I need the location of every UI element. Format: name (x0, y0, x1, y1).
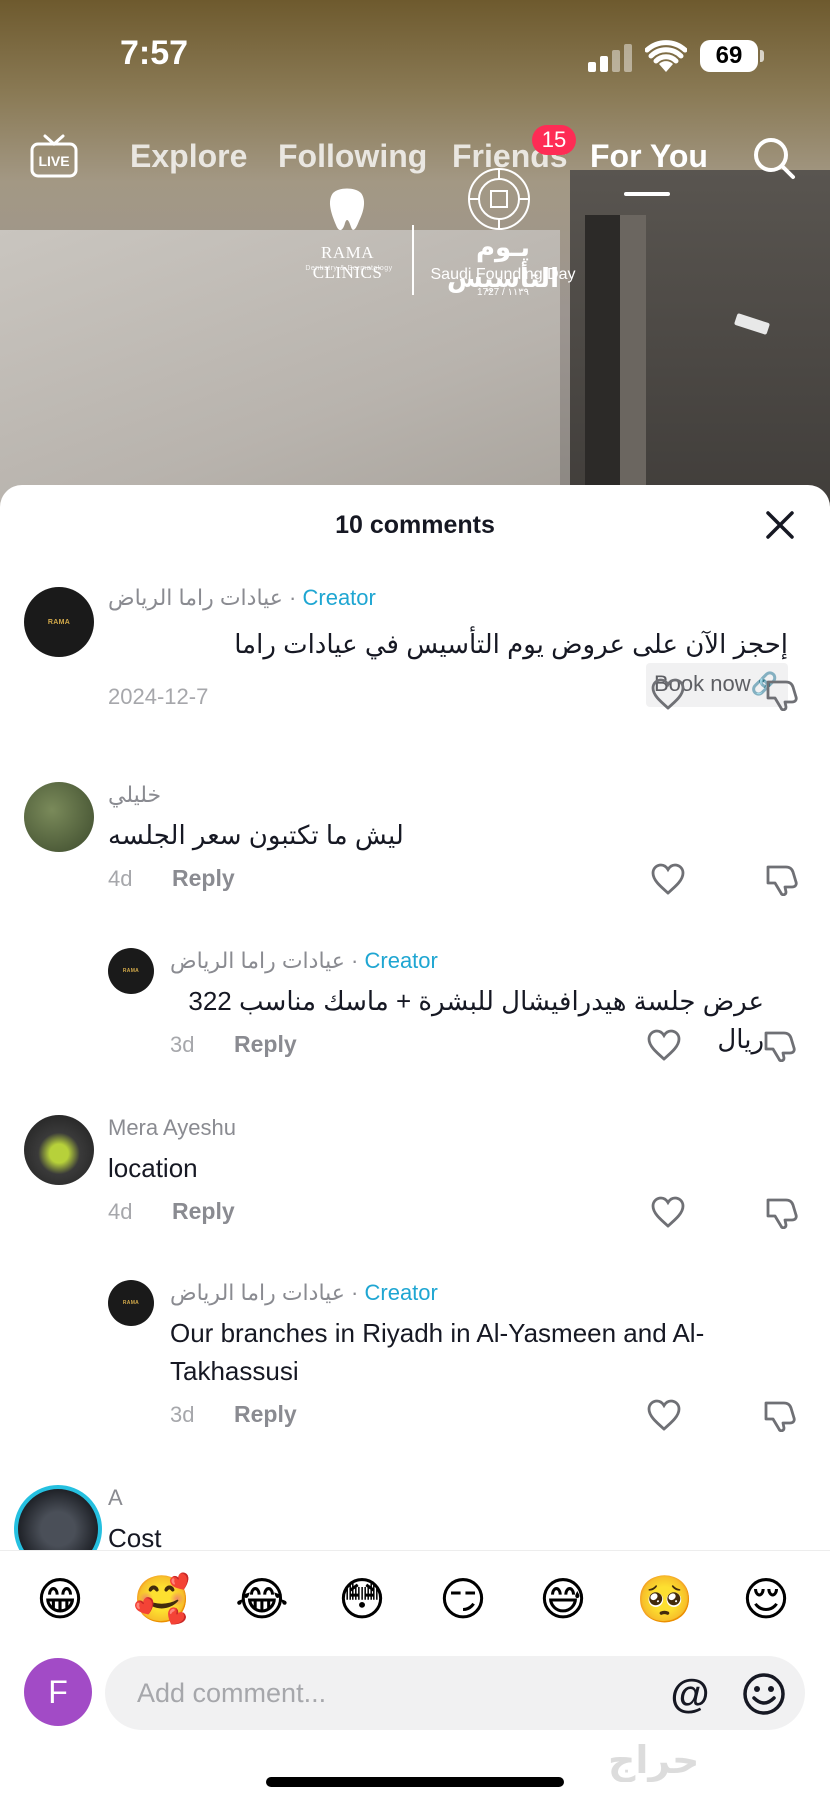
dislike-icon[interactable] (764, 1195, 800, 1229)
comment-age: 4d (108, 866, 133, 891)
creator-badge: Creator (364, 1280, 438, 1305)
home-indicator[interactable] (266, 1777, 564, 1787)
avatar[interactable]: RAMA (24, 587, 94, 657)
tab-following[interactable]: Following (278, 138, 427, 175)
heart-icon[interactable] (650, 677, 686, 711)
emoji-tears-of-joy[interactable]: 😂 (234, 1571, 290, 1627)
heart-icon[interactable] (646, 1398, 682, 1432)
mention-icon[interactable]: @ (668, 1672, 712, 1716)
live-tv-icon[interactable]: LIVE (30, 132, 78, 180)
emoji-hearts[interactable]: 🥰 (133, 1571, 190, 1627)
heart-icon[interactable] (646, 1028, 682, 1062)
status-bar: 7:57 69 (0, 0, 830, 110)
comment-body: ليش ما تكتبون سعر الجلسه (108, 820, 404, 850)
friends-notification-badge: 15 (532, 125, 576, 155)
emoji-flushed[interactable]: 😳 (334, 1571, 390, 1627)
emoji-smirk[interactable]: 😏 (435, 1571, 491, 1627)
comment-author: عيادات راما الرياض (170, 948, 345, 973)
cellular-signal-icon (588, 44, 632, 72)
comment-age: 3d (170, 1402, 195, 1427)
comment-age: 3d (170, 1032, 195, 1057)
top-nav: LIVE Explore Following Friends 15 For Yo… (0, 120, 830, 200)
creator-badge: Creator (302, 585, 376, 610)
comments-count-title: 10 comments (335, 511, 495, 539)
clinic-subtitle: Dentistry & Dermatology (305, 265, 393, 272)
svg-text:LIVE: LIVE (38, 153, 69, 169)
founding-day-arabic: يـوم التأسيس (447, 232, 559, 293)
comment-author[interactable]: Mera Ayeshu (108, 1115, 236, 1141)
reply-button[interactable]: Reply (234, 1031, 297, 1058)
avatar[interactable] (24, 782, 94, 852)
active-tab-indicator (624, 192, 670, 196)
avatar[interactable]: RAMA (108, 1280, 154, 1326)
status-time: 7:57 (120, 34, 189, 72)
comment-author-line[interactable]: عيادات راما الرياض · Creator (170, 1280, 438, 1306)
avatar[interactable] (24, 1115, 94, 1185)
separator-dot: · (289, 585, 303, 610)
search-icon[interactable] (752, 136, 796, 180)
quick-emoji-bar: 😁 🥰 😂 😳 😏 😅 🥺 😌 (0, 1550, 830, 1650)
comment-author: عيادات راما الرياض (170, 1280, 345, 1305)
current-user-avatar[interactable]: F (24, 1658, 92, 1726)
haraj-watermark: حراج (608, 1740, 700, 1782)
separator-dot: · (351, 1280, 365, 1305)
dislike-icon[interactable] (762, 1028, 798, 1062)
separator-dot: · (351, 948, 365, 973)
dislike-icon[interactable] (764, 677, 800, 711)
comment-body: إحجز الآن على عروض يوم التأسيس في عيادات… (234, 629, 788, 659)
creator-badge: Creator (364, 948, 438, 973)
emoji-pleading[interactable]: 🥺 (636, 1571, 693, 1627)
founding-day-english: Saudi Founding Day (430, 266, 576, 283)
comment-author[interactable]: خليلي (108, 782, 161, 808)
avatar[interactable]: RAMA (108, 948, 154, 994)
tab-for-you[interactable]: For You (590, 138, 708, 175)
reply-button[interactable]: Reply (234, 1401, 297, 1428)
emoji-relieved[interactable]: 😌 (738, 1571, 794, 1627)
battery-indicator: 69 (700, 40, 758, 72)
comment-author[interactable]: A (108, 1485, 123, 1511)
video-door-edge (620, 215, 646, 515)
heart-icon[interactable] (650, 862, 686, 896)
heart-icon[interactable] (650, 1195, 686, 1229)
comment-body: Our branches in Riyadh in Al-Yasmeen and… (170, 1318, 705, 1386)
emoji-sweat-smile[interactable]: 😅 (535, 1571, 591, 1627)
brand-divider (412, 225, 414, 295)
comment-text: إحجز الآن على عروض يوم التأسيس في عيادات… (108, 625, 788, 707)
emoji-picker-icon[interactable] (742, 1672, 786, 1716)
battery-nub (760, 50, 764, 62)
emoji-grin[interactable]: 😁 (32, 1571, 88, 1627)
dislike-icon[interactable] (762, 1398, 798, 1432)
tab-explore[interactable]: Explore (130, 138, 247, 175)
comment-age: 4d (108, 1199, 133, 1224)
close-icon[interactable] (764, 509, 796, 541)
comment-author: عيادات راما الرياض (108, 585, 283, 610)
comment-input-bar: F @ حراج (0, 1650, 830, 1800)
reply-button[interactable]: Reply (172, 1198, 235, 1225)
comment-date: 2024-12-7 (108, 684, 209, 709)
comment-author-line[interactable]: عيادات راما الرياض · Creator (170, 948, 438, 974)
dislike-icon[interactable] (764, 862, 800, 896)
comment-body: location (108, 1153, 198, 1183)
clinic-name: RAMA CLINICS (312, 243, 383, 282)
wifi-icon (645, 40, 687, 72)
comment-author-line[interactable]: عيادات راما الرياض · Creator (108, 585, 376, 611)
founding-day-years: 1727 / ١١٣٩ (476, 287, 530, 298)
reply-button[interactable]: Reply (172, 865, 235, 892)
